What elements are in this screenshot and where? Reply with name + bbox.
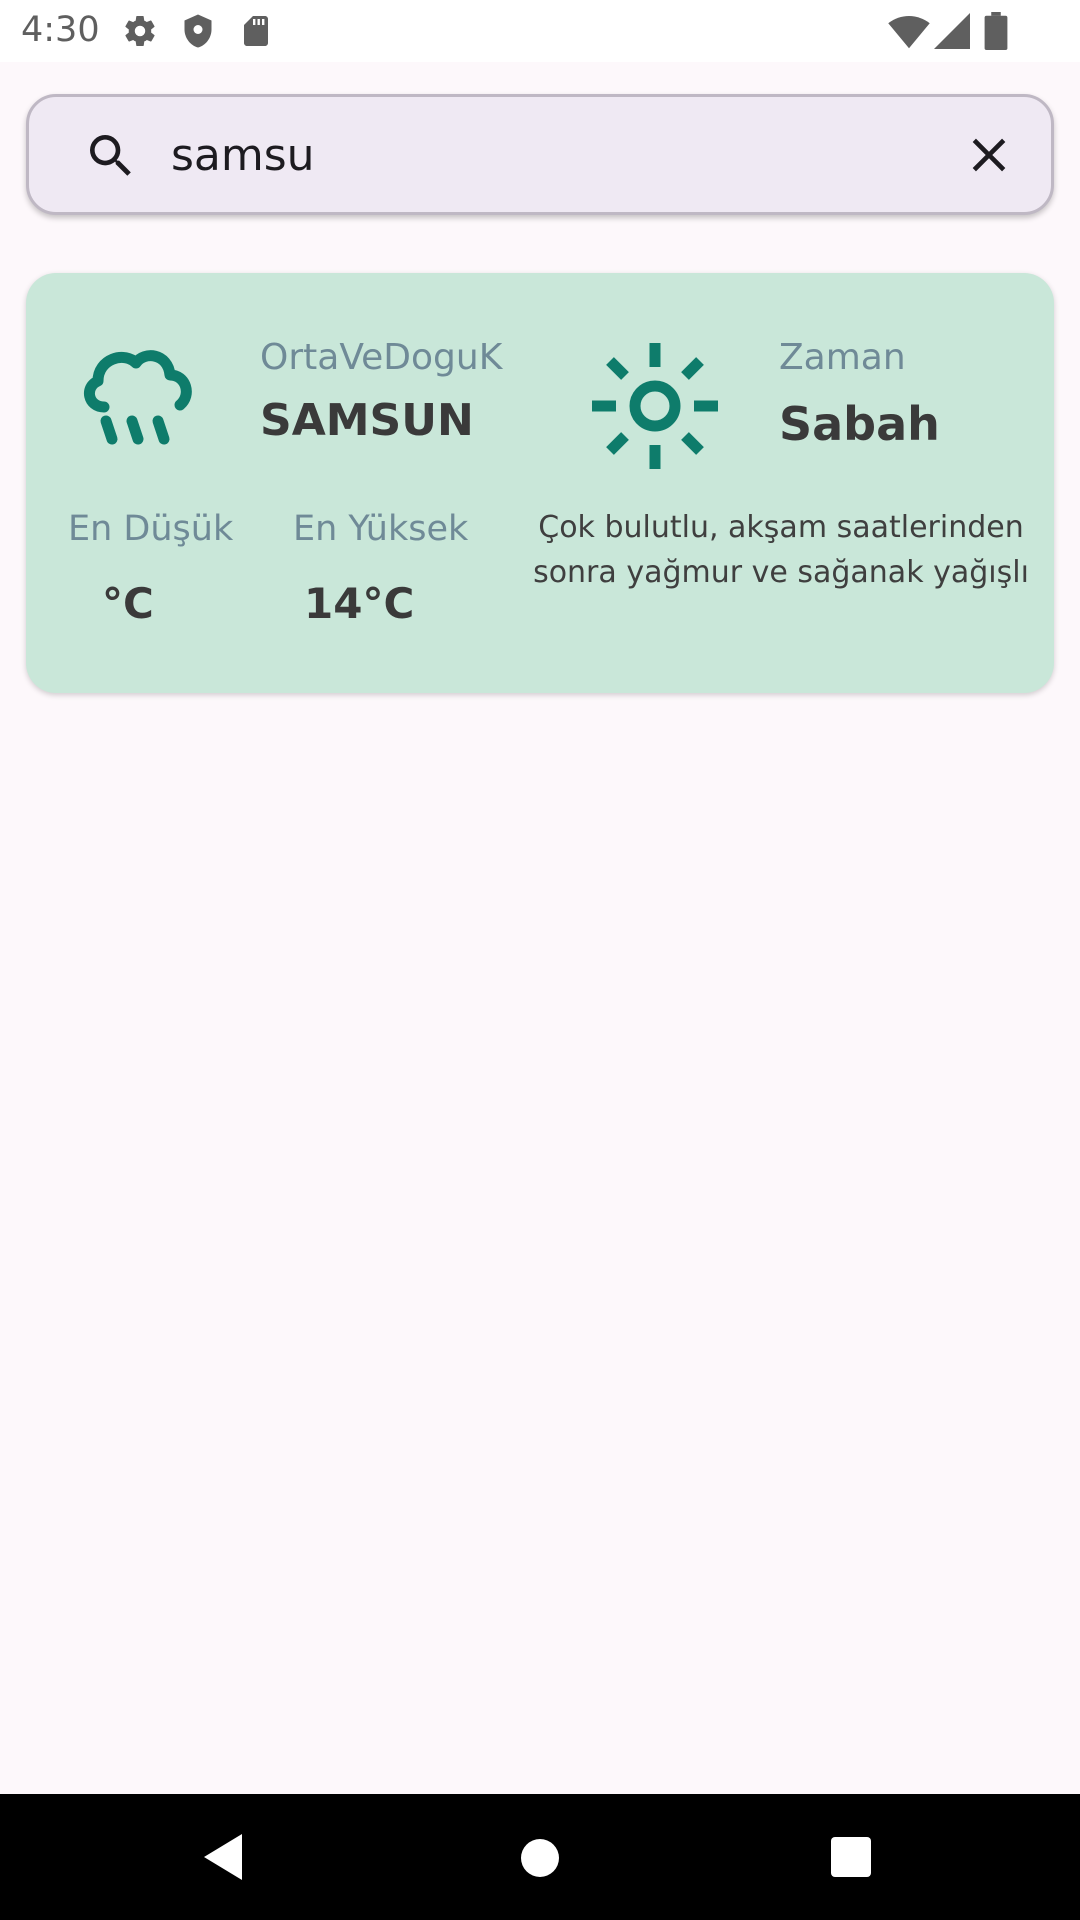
city-name: SAMSUN [260, 395, 474, 446]
shield-icon [180, 13, 216, 54]
time-value: Sabah [779, 397, 940, 451]
region-label: OrtaVeDoguK [260, 337, 503, 378]
time-label: Zaman [779, 337, 906, 378]
search-input[interactable] [171, 117, 931, 193]
status-time: 4:30 [21, 10, 100, 50]
navigation-bar [0, 1794, 1080, 1920]
battery-icon [984, 12, 1008, 55]
sd-card-icon [238, 13, 274, 54]
weather-card[interactable]: OrtaVeDoguK SAMSUN Zaman Sabah En Düşük … [26, 273, 1054, 693]
back-icon[interactable] [200, 1832, 248, 1887]
max-temp-value: 14°C [304, 579, 415, 628]
recents-icon[interactable] [830, 1836, 872, 1883]
sun-icon [588, 339, 722, 478]
settings-icon [122, 13, 158, 54]
max-temp-label: En Yüksek [293, 509, 469, 549]
close-icon[interactable] [961, 127, 1017, 188]
home-icon[interactable] [519, 1837, 561, 1884]
min-temp-value: °C [102, 579, 154, 628]
status-bar: 4:30 [0, 0, 1080, 62]
search-bar [26, 94, 1054, 215]
weather-description: Çok bulutlu, akşam saatlerinden sonra ya… [533, 510, 1029, 590]
min-temp-label: En Düşük [68, 509, 234, 549]
rain-cloud-icon [76, 339, 200, 468]
signal-icon [934, 12, 970, 55]
search-icon[interactable] [83, 128, 139, 189]
wifi-icon [888, 12, 930, 55]
